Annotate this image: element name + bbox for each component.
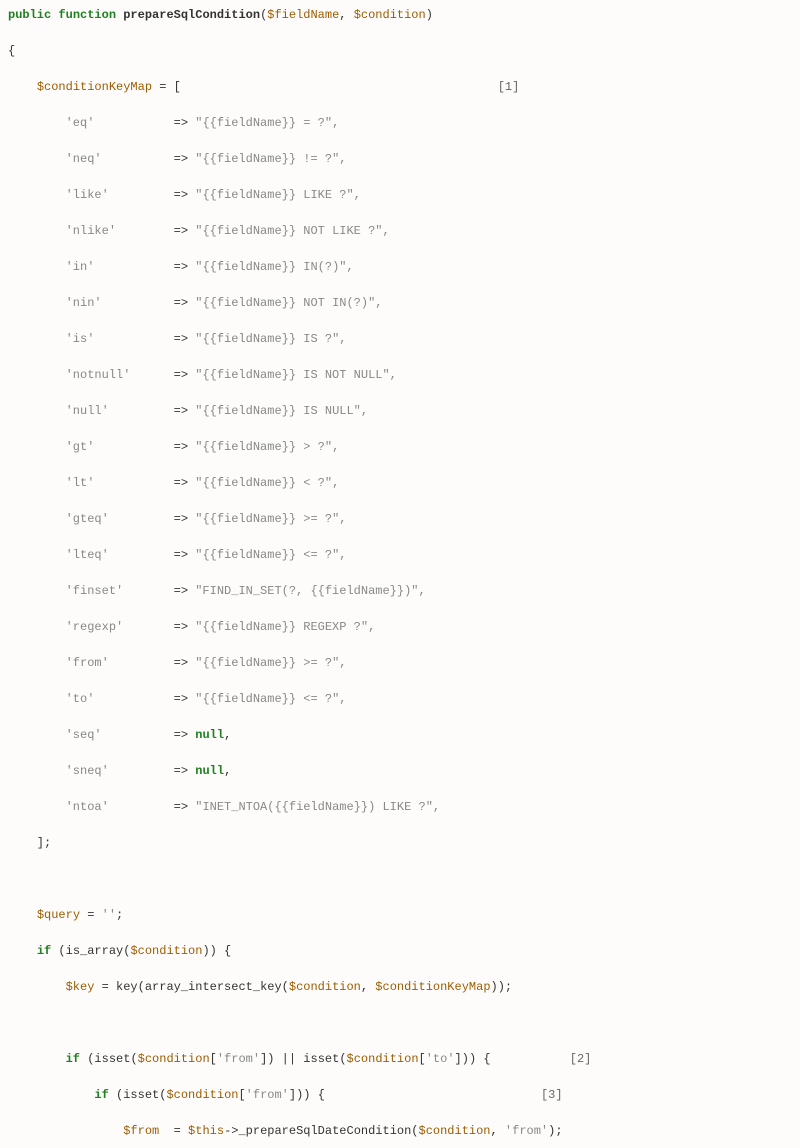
map-row: 'neq' => "{{fieldName}} != ?", <box>8 150 792 168</box>
var-condition: $condition <box>289 980 361 994</box>
map-key: 'regexp' <box>66 620 124 634</box>
map-key: 'is' <box>66 332 95 346</box>
map-row: 'nlike' => "{{fieldName}} NOT LIKE ?", <box>8 222 792 240</box>
map-row: 'like' => "{{fieldName}} LIKE ?", <box>8 186 792 204</box>
keyword-function: function <box>58 8 116 22</box>
map-row: 'nin' => "{{fieldName}} NOT IN(?)", <box>8 294 792 312</box>
param-condition: $condition <box>354 8 426 22</box>
map-key: 'seq' <box>66 728 102 742</box>
map-key: 'neq' <box>66 152 102 166</box>
keyword-if: if <box>94 1088 108 1102</box>
var-conditionkeymap: $conditionKeyMap <box>375 980 490 994</box>
fn-isset: isset <box>94 1052 130 1066</box>
map-row: 'finset' => "FIND_IN_SET(?, {{fieldName}… <box>8 582 792 600</box>
empty-string: '' <box>102 908 116 922</box>
map-key: 'eq' <box>66 116 95 130</box>
var-condition: $condition <box>130 944 202 958</box>
var-from: $from <box>123 1124 159 1138</box>
fn-isarray: is_array <box>66 944 124 958</box>
map-key: 'lt' <box>66 476 95 490</box>
annotation-1: [1] <box>498 80 520 94</box>
map-row: 'lteq' => "{{fieldName}} <= ?", <box>8 546 792 564</box>
map-row: 'null' => "{{fieldName}} IS NULL", <box>8 402 792 420</box>
map-row: 'sneq' => null, <box>8 762 792 780</box>
str-from: 'from' <box>246 1088 289 1102</box>
var-condition: $condition <box>166 1088 238 1102</box>
map-key: 'gt' <box>66 440 95 454</box>
var-key: $key <box>66 980 95 994</box>
fn-arrayintersect: array_intersect_key <box>145 980 282 994</box>
var-condition: $condition <box>138 1052 210 1066</box>
var-condition: $condition <box>419 1124 491 1138</box>
map-key: 'nlike' <box>66 224 116 238</box>
var-conditionkeymap: $conditionKeyMap <box>37 80 152 94</box>
map-key: 'sneq' <box>66 764 109 778</box>
str-from: 'from' <box>217 1052 260 1066</box>
map-row: 'seq' => null, <box>8 726 792 744</box>
map-key: 'from' <box>66 656 109 670</box>
function-name: prepareSqlCondition <box>123 8 260 22</box>
map-row: 'ntoa' => "INET_NTOA({{fieldName}}) LIKE… <box>8 798 792 816</box>
fn-preparesqldate: _prepareSqlDateCondition <box>238 1124 411 1138</box>
map-row: 'eq' => "{{fieldName}} = ?", <box>8 114 792 132</box>
keyword-if: if <box>37 944 51 958</box>
str-from: 'from' <box>505 1124 548 1138</box>
keyword-public: public <box>8 8 51 22</box>
map-key: 'notnull' <box>66 368 131 382</box>
map-key: 'ntoa' <box>66 800 109 814</box>
map-row: 'to' => "{{fieldName}} <= ?", <box>8 690 792 708</box>
map-row: 'gteq' => "{{fieldName}} >= ?", <box>8 510 792 528</box>
map-row: 'notnull' => "{{fieldName}} IS NOT NULL"… <box>8 366 792 384</box>
var-condition: $condition <box>347 1052 419 1066</box>
param-fieldname: $fieldName <box>267 8 339 22</box>
map-key: 'in' <box>66 260 95 274</box>
map-row: 'from' => "{{fieldName}} >= ?", <box>8 654 792 672</box>
map-row: 'gt' => "{{fieldName}} > ?", <box>8 438 792 456</box>
map-key: 'nin' <box>66 296 102 310</box>
map-key: 'like' <box>66 188 109 202</box>
fn-isset: isset <box>303 1052 339 1066</box>
annotation-3: [3] <box>541 1088 563 1102</box>
keyword-if: if <box>66 1052 80 1066</box>
fn-key: key <box>116 980 138 994</box>
fn-isset: isset <box>123 1088 159 1102</box>
map-key: 'lteq' <box>66 548 109 562</box>
str-to: 'to' <box>426 1052 455 1066</box>
map-row: 'regexp' => "{{fieldName}} REGEXP ?", <box>8 618 792 636</box>
var-this: $this <box>188 1124 224 1138</box>
map-key: 'null' <box>66 404 109 418</box>
var-query: $query <box>37 908 80 922</box>
code-block: public function prepareSqlCondition($fie… <box>8 6 792 1148</box>
map-row: 'is' => "{{fieldName}} IS ?", <box>8 330 792 348</box>
map-row: 'lt' => "{{fieldName}} < ?", <box>8 474 792 492</box>
map-key: 'finset' <box>66 584 124 598</box>
map-key: 'gteq' <box>66 512 109 526</box>
annotation-2: [2] <box>570 1052 592 1066</box>
map-row: 'in' => "{{fieldName}} IN(?)", <box>8 258 792 276</box>
map-key: 'to' <box>66 692 95 706</box>
